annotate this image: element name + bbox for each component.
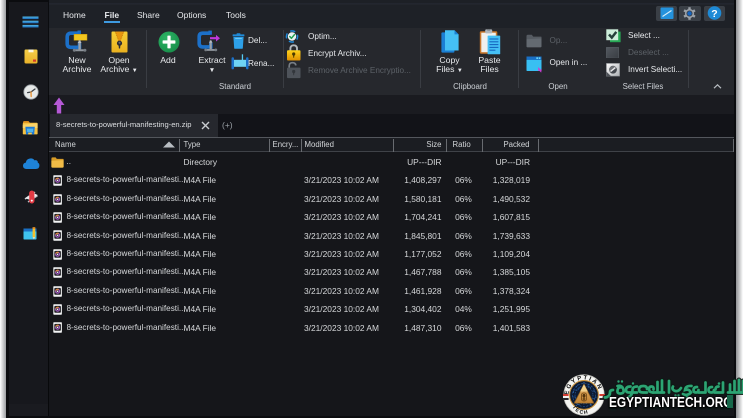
svg-text:?: ? <box>711 8 717 20</box>
